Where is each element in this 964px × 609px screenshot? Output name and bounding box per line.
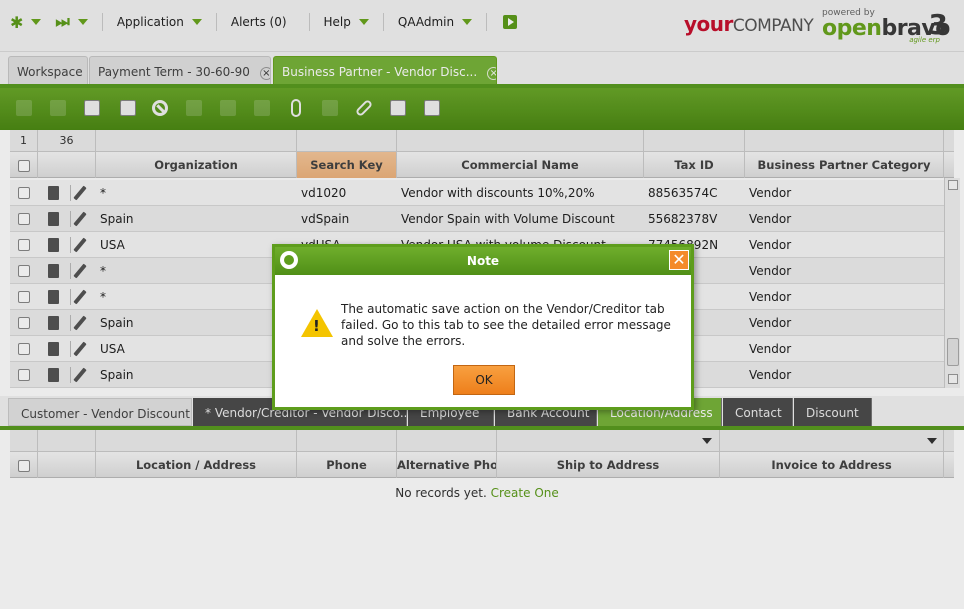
dialog-title: Note [466, 254, 500, 268]
ok-button[interactable]: OK [453, 365, 515, 395]
warning-exclamation: ! [313, 317, 320, 335]
dialog-message: The automatic save action on the Vendor/… [341, 302, 671, 348]
dialog-header: Note ✕ [275, 247, 691, 275]
note-dialog: Note ✕ ! The automatic save action on th… [272, 244, 694, 410]
dialog-close-button[interactable]: ✕ [669, 250, 689, 270]
